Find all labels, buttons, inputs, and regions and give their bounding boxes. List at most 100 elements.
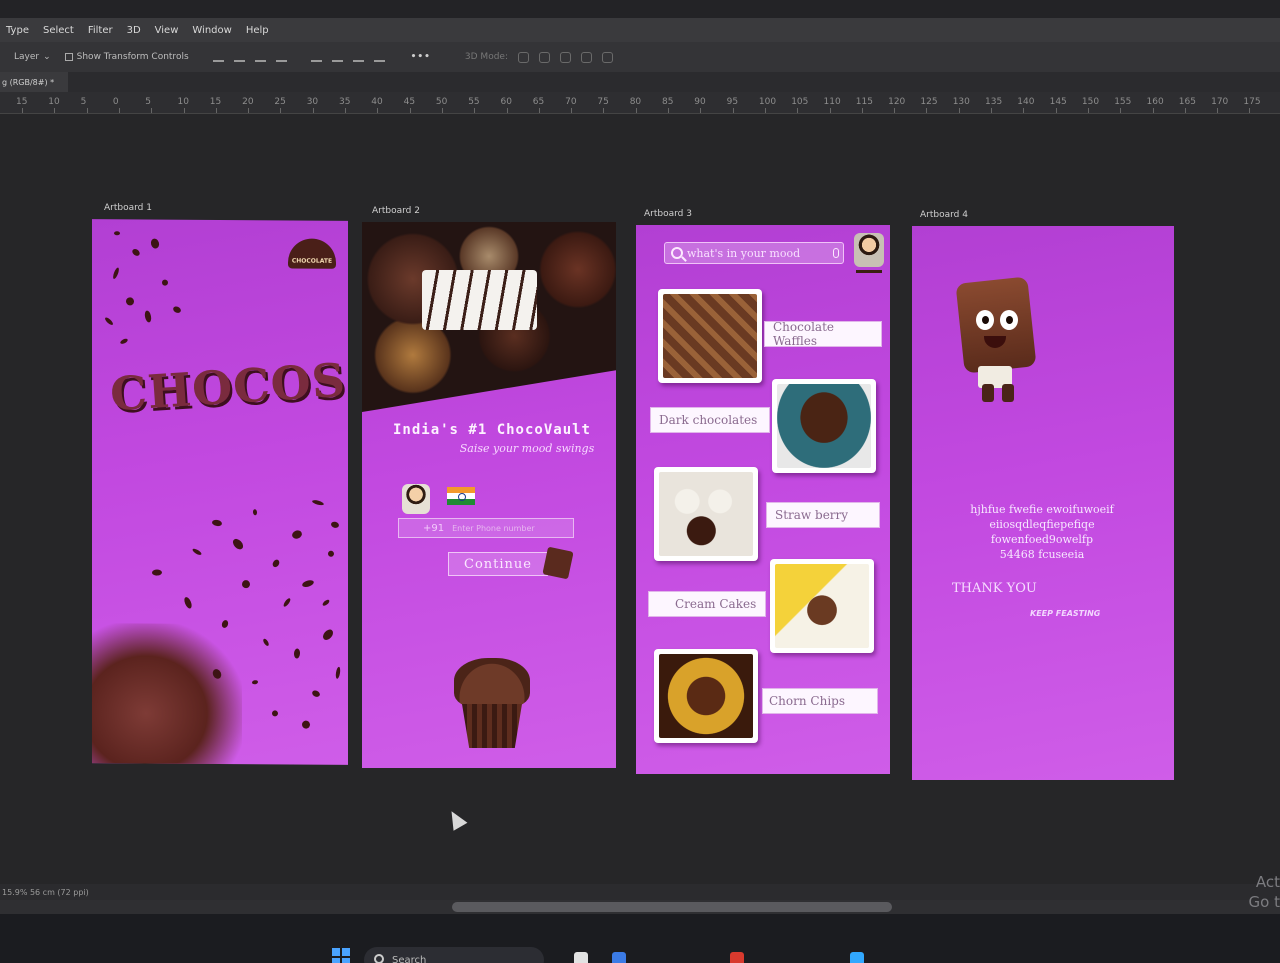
hero-heading: India's #1 ChocoVault <box>392 422 591 438</box>
artboard-2-label[interactable]: Artboard 2 <box>372 206 420 216</box>
align-vcenter-icon[interactable] <box>233 53 245 62</box>
layer-select-label: Layer <box>14 52 40 62</box>
brand-logo: CHOCOLATE <box>288 238 336 269</box>
ruler-tick-mark <box>668 108 669 113</box>
item-image-chips[interactable] <box>654 649 758 743</box>
checkbox-icon[interactable] <box>64 53 73 61</box>
ruler-tick-mark <box>571 108 573 113</box>
cocoa-bean <box>160 278 170 287</box>
horizontal-scrollbar[interactable] <box>0 900 1280 914</box>
artboard-1[interactable]: CHOCOLATE CHOCOS <box>92 219 348 765</box>
zoom-readout[interactable]: 15.9% 56 cm (72 ppi) <box>2 888 89 897</box>
cocoa-bean <box>262 637 270 647</box>
ruler-tick-mark <box>345 108 346 113</box>
menu-bar: Type Select Filter 3D View Window Help <box>0 18 1280 42</box>
profile-avatar[interactable] <box>854 233 884 273</box>
align-right-icon[interactable] <box>352 53 364 62</box>
scrollbar-thumb[interactable] <box>452 902 892 912</box>
cocoa-bean <box>311 689 321 699</box>
ruler-tick-mark <box>1120 108 1122 113</box>
ruler-tick-label: 145 <box>1049 97 1067 107</box>
phone-input[interactable]: +91 Enter Phone number <box>398 518 574 538</box>
item-label-dark[interactable]: Dark chocolates <box>650 407 770 433</box>
artboard-1-label[interactable]: Artboard 1 <box>104 203 152 213</box>
layer-select[interactable]: Layer ⌄ <box>14 52 51 62</box>
ruler-tick-mark <box>829 108 831 113</box>
item-image-dark[interactable] <box>772 379 876 473</box>
photoshop-window: Type Select Filter 3D View Window Help L… <box>0 0 1280 963</box>
ruler-tick-label: 10 <box>48 97 60 107</box>
3d-roll-icon[interactable] <box>538 51 550 63</box>
3d-pan-icon[interactable] <box>559 51 571 63</box>
item-label-waffles[interactable]: Chocolate Waffles <box>764 320 882 348</box>
3d-rotate-icon[interactable] <box>517 51 529 63</box>
item-image-strawberry[interactable] <box>654 467 758 561</box>
3d-scale-icon[interactable] <box>601 51 613 63</box>
chevron-down-icon: ⌄ <box>43 52 51 62</box>
more-options-icon[interactable]: ••• <box>411 52 431 62</box>
item-image-cream[interactable] <box>770 559 874 653</box>
align-top-icon[interactable] <box>212 53 224 62</box>
photoshop-icon[interactable] <box>850 952 864 963</box>
show-transform-toggle[interactable]: Show Transform Controls <box>64 52 189 62</box>
thank-you-text: THANK YOU <box>952 581 1037 596</box>
ruler-tick-label: 45 <box>403 97 416 107</box>
windows-start-icon[interactable] <box>332 948 350 963</box>
continue-button[interactable]: Continue <box>448 552 548 576</box>
item-label-strawberry[interactable]: Straw berry <box>766 502 880 528</box>
taskbar-search[interactable]: Search <box>364 947 544 963</box>
artboard-3-label[interactable]: Artboard 3 <box>644 209 692 219</box>
ruler-tick-label: 10 <box>177 97 189 107</box>
menu-help[interactable]: Help <box>246 25 269 36</box>
ruler-tick-mark <box>1055 108 1057 113</box>
item-label-cream[interactable]: Cream Cakes <box>648 591 766 617</box>
document-tab[interactable]: g (RGB/8#) * <box>0 72 69 92</box>
artboard-2[interactable]: India's #1 ChocoVault Saise your mood sw… <box>362 222 616 768</box>
ruler-tick-label: 20 <box>242 97 254 107</box>
align-left-icon[interactable] <box>310 53 322 62</box>
ruler-tick-mark <box>409 108 411 113</box>
menu-filter[interactable]: Filter <box>88 25 113 36</box>
ruler-tick-label: 100 <box>758 97 777 107</box>
menu-view[interactable]: View <box>155 25 179 36</box>
ruler-tick-label: 125 <box>920 97 938 107</box>
align-bottom-icon[interactable] <box>254 53 266 62</box>
ruler-tick-label: 75 <box>597 97 609 107</box>
ruler-tick-label: 90 <box>694 97 706 107</box>
cocoa-bean <box>119 337 129 345</box>
ruler-tick-label: 40 <box>371 97 383 107</box>
item-image-waffles[interactable] <box>658 289 762 383</box>
artboard-4-label[interactable]: Artboard 4 <box>920 210 968 220</box>
app-icon[interactable] <box>730 952 744 963</box>
browser-icon[interactable] <box>612 952 626 963</box>
menu-window[interactable]: Window <box>192 25 231 36</box>
ruler-tick-mark <box>248 108 250 113</box>
menu-select[interactable]: Select <box>43 25 74 36</box>
align-hcenter-icon[interactable] <box>331 53 343 62</box>
artboard-4[interactable]: hjhfue fwefie ewoifuwoeif eiiosqdleqfiep… <box>912 226 1174 780</box>
search-bar[interactable]: what's in your mood <box>664 242 844 264</box>
ruler-tick-label: 80 <box>629 97 642 107</box>
cocoa-bean <box>149 237 161 250</box>
distribute-h-icon[interactable] <box>373 53 385 62</box>
ruler-tick-label: 105 <box>791 97 809 107</box>
menu-3d[interactable]: 3D <box>127 25 141 36</box>
menu-type[interactable]: Type <box>6 25 29 36</box>
microphone-icon[interactable] <box>833 248 839 258</box>
cocoa-bean <box>230 537 246 552</box>
artboard-3[interactable]: what's in your mood Chocolate Waffles Da… <box>636 225 890 774</box>
placeholder-line: fowenfoed9owelfp <box>990 533 1094 546</box>
options-bar: Layer ⌄ Show Transform Controls ••• 3D Mo… <box>0 42 1280 72</box>
ruler-tick-mark <box>280 108 282 113</box>
ruler-tick-label: 30 <box>306 97 319 107</box>
cocoa-bean <box>111 266 121 280</box>
3d-slide-icon[interactable] <box>580 51 592 63</box>
cocoa-bean <box>326 549 336 558</box>
activate-windows-watermark: Act Go t <box>1249 872 1280 912</box>
ruler-tick-label: 165 <box>1178 97 1196 107</box>
item-label-chips[interactable]: Chorn Chips <box>762 688 878 714</box>
ruler-tick-label: 35 <box>339 97 351 107</box>
india-flag-icon[interactable] <box>447 487 475 505</box>
file-explorer-icon[interactable] <box>574 952 588 963</box>
distribute-icon[interactable] <box>275 53 287 62</box>
